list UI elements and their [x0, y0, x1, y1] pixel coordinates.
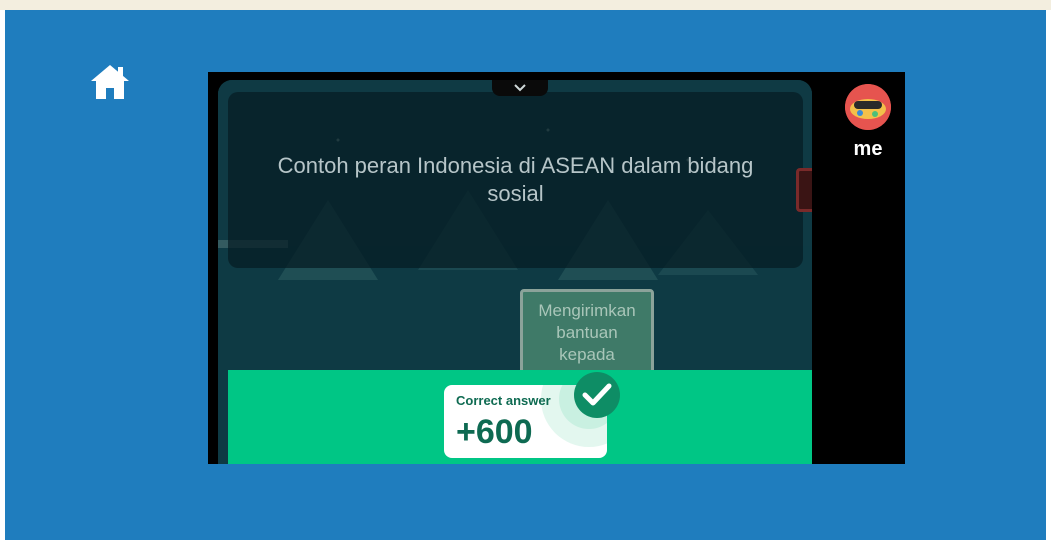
- result-points: +600: [456, 413, 533, 451]
- result-band: Correct answer +600: [228, 370, 812, 464]
- game-frame: Contoh peran Indonesia di ASEAN dalam bi…: [208, 72, 905, 464]
- result-label: Correct answer: [456, 393, 551, 408]
- player-name: me: [853, 138, 883, 160]
- collapse-toggle[interactable]: [492, 80, 548, 96]
- question-text: Contoh peran Indonesia di ASEAN dalam bi…: [277, 153, 754, 206]
- side-element: [796, 168, 812, 212]
- avatar[interactable]: [845, 84, 891, 130]
- check-icon: [574, 372, 620, 418]
- question-panel: Contoh peran Indonesia di ASEAN dalam bi…: [228, 92, 803, 268]
- home-icon[interactable]: [89, 62, 131, 102]
- answer-option-line-3: kepada: [559, 345, 615, 364]
- answer-option[interactable]: Mengirimkan bantuan kepada: [520, 289, 654, 379]
- answer-option-line-2: bantuan: [556, 323, 618, 342]
- answer-option-line-1: Mengirimkan: [538, 301, 636, 320]
- top-strip: [0, 0, 1051, 10]
- game-area: Contoh peran Indonesia di ASEAN dalam bi…: [218, 80, 812, 464]
- chevron-down-icon: [514, 84, 526, 92]
